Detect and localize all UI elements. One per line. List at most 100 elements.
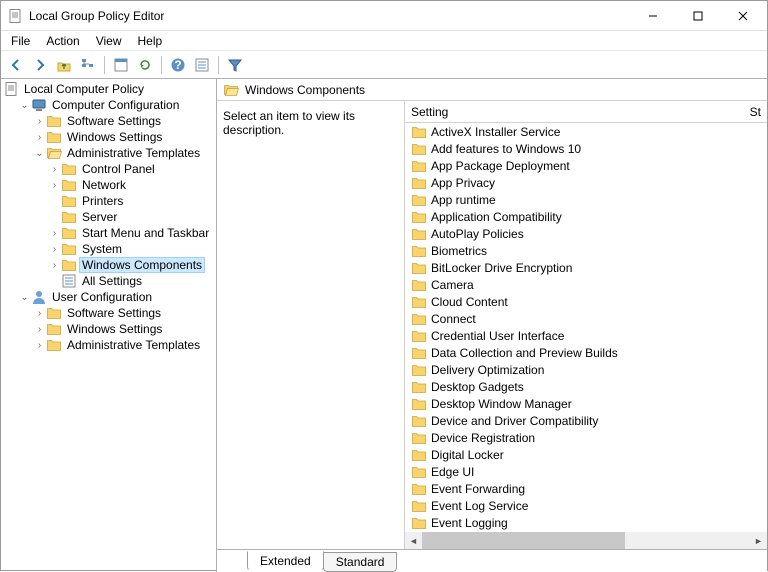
- back-button[interactable]: [5, 54, 27, 76]
- expand-icon[interactable]: ›: [33, 307, 46, 320]
- tree-administrative-templates[interactable]: ⌄ Administrative Templates: [1, 145, 216, 161]
- tree-windows-components[interactable]: › Windows Components: [1, 257, 216, 273]
- list-item[interactable]: Camera: [405, 276, 767, 293]
- titlebar: Local Group Policy Editor: [1, 1, 767, 31]
- list-item-label: App Privacy: [431, 176, 495, 190]
- tree-label: Control Panel: [80, 162, 157, 176]
- folder-open-icon: [46, 145, 62, 161]
- tab-extended[interactable]: Extended: [247, 551, 324, 571]
- scroll-thumb[interactable]: [422, 532, 625, 549]
- list-item-label: Biometrics: [431, 244, 487, 258]
- list-item[interactable]: Edge UI: [405, 463, 767, 480]
- tree-pane[interactable]: Local Computer Policy ⌄ Computer Configu…: [1, 79, 217, 572]
- expand-icon[interactable]: ›: [48, 163, 61, 176]
- list-item[interactable]: Desktop Gadgets: [405, 378, 767, 395]
- folder-icon: [46, 305, 62, 321]
- column-state[interactable]: St: [750, 105, 761, 119]
- list-item[interactable]: Credential User Interface: [405, 327, 767, 344]
- list-item-label: Cloud Content: [431, 295, 508, 309]
- folder-icon: [61, 177, 77, 193]
- list-item[interactable]: App runtime: [405, 191, 767, 208]
- scroll-right-icon[interactable]: ►: [750, 532, 767, 549]
- tree-network[interactable]: ›Network: [1, 177, 216, 193]
- folder-icon: [46, 337, 62, 353]
- tree-label: Windows Components: [80, 258, 204, 272]
- list-item[interactable]: BitLocker Drive Encryption: [405, 259, 767, 276]
- list-item[interactable]: Cloud Content: [405, 293, 767, 310]
- list-item[interactable]: ActiveX Installer Service: [405, 123, 767, 140]
- list-item[interactable]: Event Logging: [405, 514, 767, 531]
- collapse-icon[interactable]: ⌄: [18, 291, 31, 304]
- list-item[interactable]: Event Log Service: [405, 497, 767, 514]
- tree-label: Windows Settings: [65, 130, 164, 144]
- description-panel: Select an item to view its description.: [217, 101, 405, 549]
- minimize-button[interactable]: [630, 1, 675, 30]
- tree-control-panel[interactable]: › Control Panel: [1, 161, 216, 177]
- expand-icon[interactable]: ›: [48, 259, 61, 272]
- tree-user-configuration[interactable]: ⌄ User Configuration: [1, 289, 216, 305]
- list-item[interactable]: Add features to Windows 10: [405, 140, 767, 157]
- list-header[interactable]: Setting St: [405, 101, 767, 123]
- list-item[interactable]: Digital Locker: [405, 446, 767, 463]
- scroll-track[interactable]: [422, 532, 750, 549]
- expand-icon[interactable]: ›: [48, 179, 61, 192]
- expand-icon[interactable]: ›: [48, 227, 61, 240]
- list-item[interactable]: Event Forwarding: [405, 480, 767, 497]
- properties-button[interactable]: [110, 54, 132, 76]
- list-item-label: Event Log Service: [431, 499, 528, 513]
- filter-button[interactable]: [224, 54, 246, 76]
- tree-windows-settings[interactable]: › Windows Settings: [1, 129, 216, 145]
- collapse-icon[interactable]: ⌄: [18, 99, 31, 112]
- column-setting[interactable]: Setting: [411, 105, 448, 119]
- folder-icon: [411, 328, 427, 344]
- show-hide-tree-button[interactable]: [77, 54, 99, 76]
- list-button[interactable]: [191, 54, 213, 76]
- expand-icon[interactable]: ›: [33, 339, 46, 352]
- tab-label: Extended: [260, 554, 311, 568]
- tree-server[interactable]: Server: [1, 209, 216, 225]
- collapse-icon[interactable]: ⌄: [33, 147, 46, 160]
- horizontal-scrollbar[interactable]: ◄ ►: [405, 532, 767, 549]
- list-item[interactable]: Data Collection and Preview Builds: [405, 344, 767, 361]
- expand-icon[interactable]: ›: [33, 115, 46, 128]
- list-item[interactable]: Biometrics: [405, 242, 767, 259]
- list-item[interactable]: Device Registration: [405, 429, 767, 446]
- menu-action[interactable]: Action: [38, 32, 87, 50]
- up-button[interactable]: [53, 54, 75, 76]
- scroll-left-icon[interactable]: ◄: [405, 532, 422, 549]
- tree-label: Local Computer Policy: [22, 82, 146, 96]
- list-item[interactable]: Application Compatibility: [405, 208, 767, 225]
- tree-windows-settings[interactable]: ›Windows Settings: [1, 321, 216, 337]
- tree-root[interactable]: Local Computer Policy: [1, 81, 216, 97]
- maximize-button[interactable]: [675, 1, 720, 30]
- tree-start-menu-and-taskbar[interactable]: ›Start Menu and Taskbar: [1, 225, 216, 241]
- list-item[interactable]: Connect: [405, 310, 767, 327]
- menu-file[interactable]: File: [3, 32, 38, 50]
- tree-software-settings[interactable]: › Software Settings: [1, 113, 216, 129]
- tree-printers[interactable]: Printers: [1, 193, 216, 209]
- list-item[interactable]: App Package Deployment: [405, 157, 767, 174]
- expand-icon[interactable]: ›: [33, 131, 46, 144]
- tree-administrative-templates[interactable]: ›Administrative Templates: [1, 337, 216, 353]
- tab-standard[interactable]: Standard: [323, 552, 398, 572]
- tree-computer-configuration[interactable]: ⌄ Computer Configuration: [1, 97, 216, 113]
- tree-software-settings[interactable]: ›Software Settings: [1, 305, 216, 321]
- list-body[interactable]: ActiveX Installer ServiceAdd features to…: [405, 123, 767, 532]
- help-button[interactable]: [167, 54, 189, 76]
- expand-icon[interactable]: ›: [48, 243, 61, 256]
- settings-list: Setting St ActiveX Installer ServiceAdd …: [405, 101, 767, 549]
- close-button[interactable]: [720, 1, 765, 30]
- forward-button[interactable]: [29, 54, 51, 76]
- list-item[interactable]: AutoPlay Policies: [405, 225, 767, 242]
- list-item[interactable]: Device and Driver Compatibility: [405, 412, 767, 429]
- tree-all-settings[interactable]: All Settings: [1, 273, 216, 289]
- tree-system[interactable]: ›System: [1, 241, 216, 257]
- list-item[interactable]: App Privacy: [405, 174, 767, 191]
- menubar: File Action View Help: [1, 31, 767, 51]
- expand-icon[interactable]: ›: [33, 323, 46, 336]
- list-item[interactable]: Delivery Optimization: [405, 361, 767, 378]
- menu-help[interactable]: Help: [130, 32, 171, 50]
- list-item[interactable]: Desktop Window Manager: [405, 395, 767, 412]
- refresh-button[interactable]: [134, 54, 156, 76]
- menu-view[interactable]: View: [88, 32, 130, 50]
